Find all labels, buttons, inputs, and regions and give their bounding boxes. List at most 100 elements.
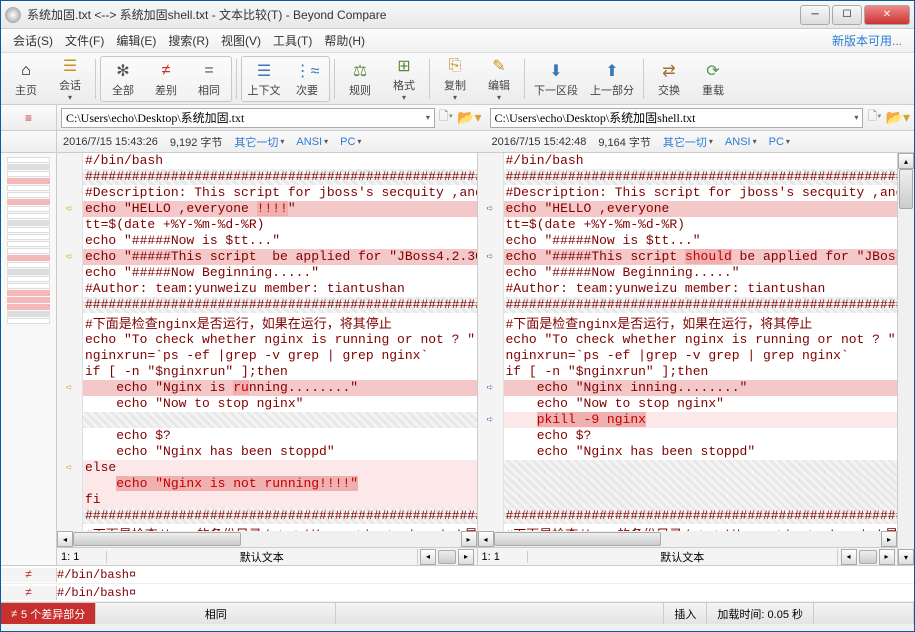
menu-search[interactable]: 搜索(R) (162, 30, 215, 51)
code-line[interactable]: #Author: team:yunweizu member: tiantusha… (57, 281, 477, 297)
copy-button[interactable]: ⎘复制▾ (434, 53, 476, 104)
code-line[interactable]: echo $? (478, 428, 898, 444)
code-line[interactable]: if [ -n "$nginxrun" ];then (478, 364, 898, 380)
code-line[interactable]: #下面是检查nginx是否运行，如果在运行，将其停止 (57, 313, 477, 332)
scroll-right-button[interactable]: ▸ (879, 549, 895, 565)
minimap-segment[interactable] (7, 241, 50, 247)
code-line[interactable]: nginxrun=`ps -ef |grep -v grep | grep ng… (478, 348, 898, 364)
left-open-button[interactable]: 📂▾ (457, 109, 481, 126)
swap-button[interactable]: ⇄交换 (648, 58, 690, 100)
left-enc-combo[interactable]: ANSI▾ (296, 136, 328, 148)
close-button[interactable]: ✕ (864, 5, 910, 25)
code-line[interactable]: #下面是检查jboss的备份目录/ytxt/jboss.tiantushan.b… (57, 524, 477, 531)
minimap-segment[interactable] (7, 213, 50, 219)
code-line[interactable]: ########################################… (478, 297, 898, 313)
right-path-input[interactable]: C:\Users\echo\Desktop\系统加固shell.txt▾ (490, 108, 864, 128)
code-line[interactable]: echo "Now to stop nginx" (478, 396, 898, 412)
code-line[interactable]: ########################################… (478, 169, 898, 185)
scroll-left-button[interactable]: ◂ (57, 531, 73, 547)
hscroll-thumb[interactable] (73, 532, 241, 546)
code-line[interactable]: fi (57, 492, 477, 508)
right-other-combo[interactable]: 其它一切▾ (663, 134, 713, 150)
menu-view[interactable]: 视图(V) (215, 30, 267, 51)
menu-session[interactable]: 会话(S) (7, 30, 59, 51)
scroll-right-button[interactable]: ▸ (458, 549, 474, 565)
rules-button[interactable]: ⚖规则 (339, 58, 381, 100)
minimap-segment[interactable] (7, 276, 50, 282)
scroll-left-button[interactable]: ◂ (841, 549, 857, 565)
minimap-segment[interactable] (7, 192, 50, 198)
code-line[interactable]: if [ -n "$nginxrun" ];then (57, 364, 477, 380)
code-line[interactable]: echo "Now to stop nginx" (57, 396, 477, 412)
code-line[interactable]: echo $? (57, 428, 477, 444)
code-line[interactable]: echo "Nginx is running........" (57, 380, 477, 396)
code-line[interactable]: echo "Nginx is not running!!!!" (57, 476, 477, 492)
minimap-segment[interactable] (7, 248, 50, 254)
minimap-segment[interactable] (7, 269, 50, 275)
code-line[interactable]: else (57, 460, 477, 476)
minimap-segment[interactable] (7, 199, 50, 205)
code-line[interactable]: ########################################… (57, 169, 477, 185)
left-path-input[interactable]: C:\Users\echo\Desktop\系统加固.txt▾ (61, 108, 435, 128)
code-line[interactable]: echo "Nginx inning........" (478, 380, 898, 396)
next-button[interactable]: ⬇下一区段 (529, 58, 583, 100)
session-button[interactable]: ☰会话▾ (49, 53, 91, 104)
code-line[interactable]: echo "#####Now is $tt..." (478, 233, 898, 249)
code-line[interactable]: echo "To check whether nginx is running … (478, 332, 898, 348)
scroll-left-button[interactable]: ◂ (478, 531, 494, 547)
right-code[interactable]: #/bin/bash##############################… (478, 153, 898, 531)
code-line[interactable]: echo "#####This script be applied for "J… (57, 249, 477, 265)
all-button[interactable]: ✻全部 (102, 58, 144, 100)
minimap-segment[interactable] (7, 185, 50, 191)
minimap-segment[interactable] (7, 178, 50, 184)
code-line[interactable]: ########################################… (478, 508, 898, 524)
code-line[interactable]: #下面是检查jboss的备份目录/ytxt/jboss.tiantushan.b… (478, 524, 898, 531)
code-line[interactable]: echo "#####This script should be applied… (478, 249, 898, 265)
minimize-button[interactable]: ─ (800, 5, 830, 25)
right-os-combo[interactable]: PC▾ (769, 136, 790, 148)
code-line[interactable]: #Author: team:yunweizu member: tiantusha… (478, 281, 898, 297)
code-line[interactable]: #下面是检查nginx是否运行，如果在运行，将其停止 (478, 313, 898, 332)
menu-edit[interactable]: 编辑(E) (110, 30, 162, 51)
minimap[interactable] (1, 153, 57, 565)
code-line[interactable] (478, 492, 898, 508)
minimap-segment[interactable] (7, 227, 50, 233)
code-line[interactable]: echo "HELLO ,everyone !!!!" (57, 201, 477, 217)
menu-file[interactable]: 文件(F) (59, 30, 110, 51)
minimap-segment[interactable] (7, 157, 50, 163)
format-button[interactable]: ⊞格式▾ (383, 53, 425, 104)
code-line[interactable]: echo "Nginx has been stoppd" (57, 444, 477, 460)
code-line[interactable] (57, 412, 477, 428)
update-link[interactable]: 新版本可用... (826, 30, 908, 51)
code-line[interactable]: ########################################… (57, 297, 477, 313)
hscroll-thumb[interactable] (438, 550, 456, 564)
menu-help[interactable]: 帮助(H) (318, 30, 371, 51)
code-line[interactable]: echo "HELLO ,everyone (478, 201, 898, 217)
minimap-segment[interactable] (7, 171, 50, 177)
vscroll-thumb[interactable] (899, 169, 913, 209)
minimap-segment[interactable] (7, 234, 50, 240)
maximize-button[interactable]: ☐ (832, 5, 862, 25)
scroll-down-button[interactable]: ▾ (898, 549, 914, 565)
right-enc-combo[interactable]: ANSI▾ (725, 136, 757, 148)
scroll-up-button[interactable]: ▴ (898, 153, 914, 169)
prev-button[interactable]: ⬆上一部分 (585, 58, 639, 100)
same-button[interactable]: =相同 (188, 58, 230, 100)
diff-button[interactable]: ≠差别 (145, 58, 187, 100)
scroll-right-button[interactable]: ▸ (461, 531, 477, 547)
code-line[interactable]: #Description: This script for jboss's se… (478, 185, 898, 201)
right-open-button[interactable]: 📂▾ (886, 109, 910, 126)
code-line[interactable]: #/bin/bash (478, 153, 898, 169)
code-line[interactable]: echo "#####Now Beginning....." (478, 265, 898, 281)
minimap-segment[interactable] (7, 220, 50, 226)
code-line[interactable]: echo "To check whether nginx is running … (57, 332, 477, 348)
minimap-segment[interactable] (7, 262, 50, 268)
code-line[interactable]: #Description: This script for jboss's se… (57, 185, 477, 201)
minimap-segment[interactable] (7, 304, 50, 310)
code-line[interactable] (478, 476, 898, 492)
minimap-segment[interactable] (7, 311, 50, 317)
home-button[interactable]: ⌂主页 (5, 58, 47, 100)
code-line[interactable]: tt=$(date +%Y-%m-%d-%R) (478, 217, 898, 233)
code-line[interactable] (478, 460, 898, 476)
hscroll-thumb[interactable] (859, 550, 877, 564)
